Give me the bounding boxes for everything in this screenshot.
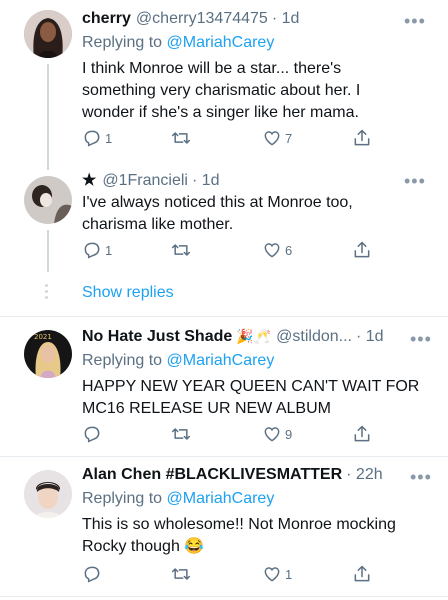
reply-button[interactable]: 1	[82, 128, 112, 148]
retweet-icon	[171, 428, 191, 440]
svg-text:2021: 2021	[34, 333, 52, 341]
timestamp[interactable]: · 1d	[272, 10, 300, 28]
share-icon	[354, 565, 370, 582]
like-count: 9	[285, 426, 293, 442]
handle[interactable]: @stildon...	[276, 328, 352, 346]
tweet-text: I've always noticed this at Monroe too, …	[82, 192, 432, 236]
reply-button[interactable]: 1	[82, 240, 112, 260]
reply-count: 1	[105, 242, 113, 258]
replying-to: Replying to @MariahCarey	[82, 352, 274, 370]
replying-to: Replying to @MariahCarey	[82, 490, 274, 508]
like-button[interactable]: 9	[262, 424, 292, 444]
retweet-button[interactable]	[170, 564, 195, 584]
like-icon	[264, 243, 280, 258]
tweet-line: something very charismatic about her. I	[82, 82, 361, 99]
mention-link[interactable]: @MariahCarey	[167, 352, 275, 369]
timestamp[interactable]: · 1d	[192, 172, 220, 190]
star-badge: ★	[82, 172, 97, 189]
tweet-header: cherry @cherry13474475 · 1d	[82, 10, 299, 28]
like-icon	[264, 567, 280, 582]
tweet-header: ★ @1Francieli · 1d	[82, 170, 220, 190]
avatar-alanchen[interactable]	[24, 470, 72, 518]
tweet-header: No Hate Just Shade 🎉🥂 @stildon... · 1d	[82, 328, 384, 346]
thread-line	[47, 230, 49, 272]
replying-prefix: Replying to	[82, 34, 167, 51]
avatar-cherry[interactable]	[24, 10, 72, 58]
thread-ellipsis	[45, 284, 49, 299]
show-replies-link[interactable]: Show replies	[82, 284, 174, 302]
more-icon[interactable]: •••	[404, 172, 426, 190]
retweet-button[interactable]	[170, 240, 195, 260]
retweet-icon	[171, 244, 191, 256]
laughing-emoji: 😂	[184, 538, 205, 555]
retweet-button[interactable]	[170, 424, 195, 444]
more-icon[interactable]: •••	[410, 330, 432, 348]
share-icon	[354, 129, 370, 146]
like-count: 1	[285, 566, 293, 582]
like-button[interactable]: 6	[262, 240, 292, 260]
tweet-text: I think Monroe will be a star... there's…	[82, 58, 432, 124]
tweet-line: wonder if she's a singer like her mama.	[82, 104, 359, 121]
reply-icon	[84, 426, 100, 443]
tweet-line: MC16 RELEASE UR NEW ALBUM	[82, 400, 331, 417]
retweet-icon	[171, 568, 191, 580]
reply-count: 1	[105, 130, 113, 146]
reply-button[interactable]	[82, 564, 105, 584]
share-icon	[354, 425, 370, 442]
like-icon	[264, 131, 280, 146]
replying-prefix: Replying to	[82, 352, 167, 369]
handle[interactable]: @cherry13474475	[136, 10, 268, 28]
divider	[0, 456, 448, 457]
handle[interactable]: @1Francieli	[102, 172, 188, 190]
divider	[0, 316, 448, 317]
name-emoji: 🎉🥂	[236, 328, 272, 344]
tweet-line: charisma like mother.	[82, 216, 234, 233]
reply-button[interactable]	[82, 424, 105, 444]
share-button[interactable]	[352, 564, 372, 584]
thread-line	[47, 64, 49, 170]
share-button[interactable]	[352, 128, 372, 148]
like-button[interactable]: 7	[262, 128, 292, 148]
timestamp[interactable]: · 22h	[346, 466, 382, 484]
share-icon	[354, 241, 370, 258]
tweet-text: This is so wholesome!! Not Monroe mockin…	[82, 514, 432, 558]
tweet-line: This is so wholesome!! Not Monroe mockin…	[82, 516, 396, 533]
like-count: 7	[285, 130, 293, 146]
tweet-text: HAPPY NEW YEAR QUEEN CAN'T WAIT FOR MC16…	[82, 376, 432, 420]
like-icon	[264, 427, 280, 442]
tweet-line: I've always noticed this at Monroe too,	[82, 194, 353, 211]
reply-icon	[84, 566, 100, 583]
mention-link[interactable]: @MariahCarey	[167, 490, 275, 507]
retweet-button[interactable]	[170, 128, 195, 148]
replying-prefix: Replying to	[82, 490, 167, 507]
display-name[interactable]: Alan Chen #BLACKLIVESMATTER	[82, 466, 342, 484]
avatar-francieli[interactable]	[24, 176, 72, 224]
reply-icon	[84, 242, 100, 259]
tweet-line: HAPPY NEW YEAR QUEEN CAN'T WAIT FOR	[82, 378, 420, 395]
more-icon[interactable]: •••	[410, 468, 432, 486]
divider	[0, 596, 448, 597]
tweet-line: I think Monroe will be a star... there's	[82, 60, 342, 77]
reply-icon	[84, 130, 100, 147]
like-button[interactable]: 1	[262, 564, 292, 584]
like-count: 6	[285, 242, 293, 258]
timestamp[interactable]: · 1d	[356, 328, 384, 346]
avatar-nohatejustshade[interactable]: 2021	[24, 330, 72, 378]
mention-link[interactable]: @MariahCarey	[167, 34, 275, 51]
tweet-header: Alan Chen #BLACKLIVESMATTER · 22h	[82, 466, 383, 484]
retweet-icon	[171, 132, 191, 144]
more-icon[interactable]: •••	[404, 12, 426, 30]
tweet-line: Rocky though	[82, 538, 180, 555]
replying-to: Replying to @MariahCarey	[82, 34, 274, 52]
display-name[interactable]: No Hate Just Shade	[82, 328, 232, 346]
share-button[interactable]	[352, 424, 372, 444]
share-button[interactable]	[352, 240, 372, 260]
display-name[interactable]: cherry	[82, 10, 131, 28]
